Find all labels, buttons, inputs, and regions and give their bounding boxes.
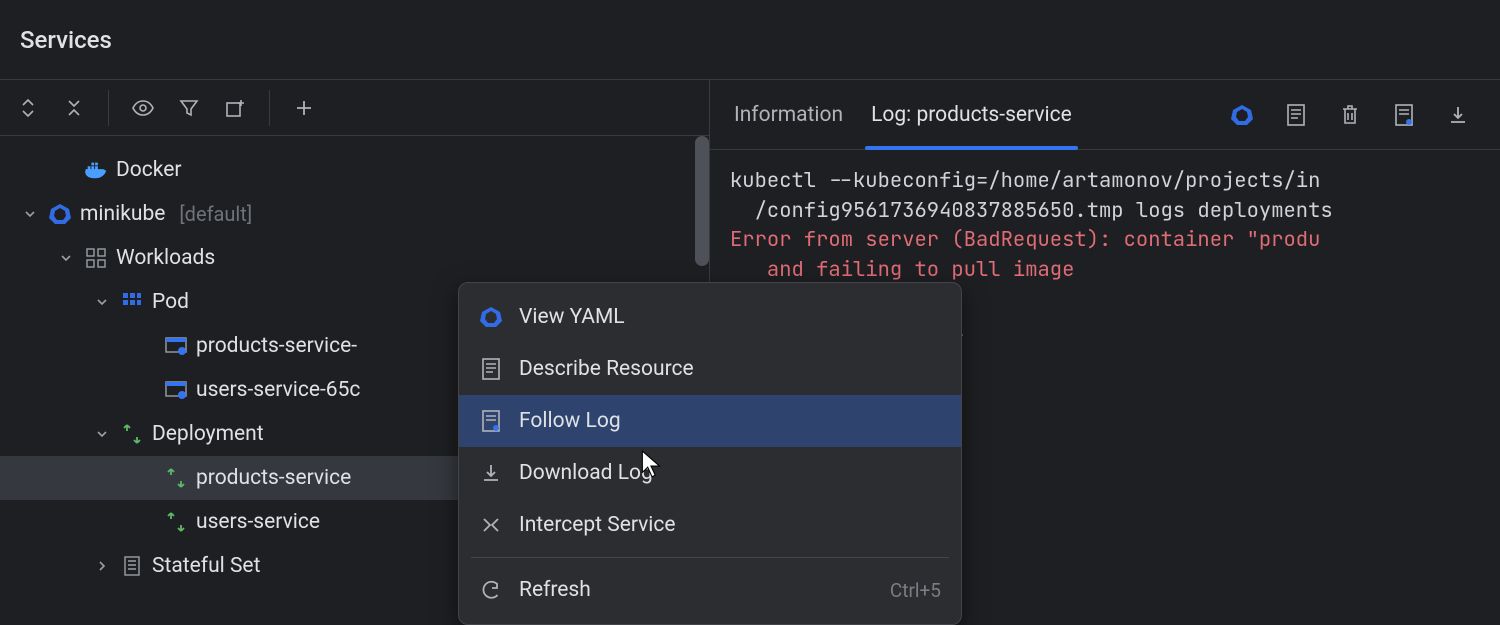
tree-item-label: Workloads	[116, 246, 215, 270]
chevron-right-icon	[92, 556, 112, 576]
document-icon	[479, 357, 503, 381]
menu-item-label: View YAML	[519, 305, 625, 329]
tabs-bar: Information Log: products-service	[710, 80, 1500, 150]
follow-log-icon	[479, 409, 503, 433]
docker-icon	[84, 158, 108, 182]
log-error-line: and failing to pull image	[730, 256, 1074, 283]
menu-intercept-service[interactable]: Intercept Service	[459, 499, 961, 551]
add-button[interactable]	[286, 90, 322, 126]
tree-scrollbar[interactable]	[695, 136, 709, 266]
menu-follow-log[interactable]: Follow Log	[459, 395, 961, 447]
tree-item-minikube[interactable]: minikube [default]	[0, 192, 709, 236]
filter-button[interactable]	[171, 90, 207, 126]
menu-item-label: Follow Log	[519, 409, 621, 433]
tree-item-label: products-service-	[196, 334, 357, 358]
menu-item-label: Describe Resource	[519, 357, 694, 381]
chevron-down-icon	[92, 424, 112, 444]
panel-header: Services	[0, 0, 1500, 80]
tab-log[interactable]: Log: products-service	[871, 80, 1072, 149]
deployment-icon	[120, 422, 144, 446]
tree-item-label: Pod	[152, 290, 189, 314]
tree-item-label: Deployment	[152, 422, 264, 446]
toolbar-separator	[108, 90, 109, 126]
menu-download-log[interactable]: Download Log	[459, 447, 961, 499]
tree-item-docker[interactable]: Docker	[0, 148, 709, 192]
resource-icon	[164, 334, 188, 358]
deployment-icon	[164, 510, 188, 534]
resource-icon	[164, 378, 188, 402]
workloads-icon	[84, 246, 108, 270]
tree-item-label: products-service	[196, 466, 351, 490]
menu-item-label: Intercept Service	[519, 513, 676, 537]
new-window-button[interactable]	[217, 90, 253, 126]
menu-item-label: Download Log	[519, 461, 653, 485]
tree-item-workloads[interactable]: Workloads	[0, 236, 709, 280]
intercept-icon	[479, 513, 503, 537]
menu-separator	[471, 557, 949, 558]
log-error-line: Error from server (BadRequest): containe…	[730, 226, 1320, 253]
collapse-all-button[interactable]	[56, 90, 92, 126]
chevron-down-icon	[92, 292, 112, 312]
panel-title: Services	[20, 26, 112, 54]
tree-item-label: users-service-65c	[196, 378, 360, 402]
pod-icon	[120, 290, 144, 314]
tabs-actions	[1224, 97, 1476, 133]
kubernetes-icon	[479, 305, 503, 329]
log-line: kubectl --kubeconfig=/home/artamonov/pro…	[730, 167, 1320, 194]
kubernetes-icon	[48, 202, 72, 226]
deployment-icon	[164, 466, 188, 490]
delete-button[interactable]	[1332, 97, 1368, 133]
log-line: /config9561736940837885650.tmp logs depl…	[730, 197, 1333, 224]
menu-describe-resource[interactable]: Describe Resource	[459, 343, 961, 395]
chevron-down-icon	[20, 204, 40, 224]
download-icon	[479, 461, 503, 485]
toolbar-separator	[269, 90, 270, 126]
tree-item-label: Stateful Set	[152, 554, 260, 578]
menu-item-label: Refresh	[519, 578, 591, 602]
view-yaml-button[interactable]	[1224, 97, 1260, 133]
tree-item-label: users-service	[196, 510, 320, 534]
tree-item-label: minikube	[80, 202, 165, 226]
tree-item-label: Docker	[116, 158, 181, 182]
show-button[interactable]	[125, 90, 161, 126]
menu-view-yaml[interactable]: View YAML	[459, 291, 961, 343]
tab-information[interactable]: Information	[734, 80, 843, 149]
expand-all-button[interactable]	[10, 90, 46, 126]
chevron-down-icon	[56, 248, 76, 268]
menu-refresh[interactable]: Refresh Ctrl+5	[459, 564, 961, 616]
download-log-button[interactable]	[1440, 97, 1476, 133]
describe-button[interactable]	[1278, 97, 1314, 133]
context-menu: View YAML Describe Resource Follow Log D…	[458, 282, 962, 625]
menu-item-shortcut: Ctrl+5	[890, 579, 941, 602]
refresh-icon	[479, 578, 503, 602]
tree-item-suffix: [default]	[179, 202, 252, 226]
follow-log-button[interactable]	[1386, 97, 1422, 133]
tree-toolbar	[0, 80, 709, 136]
stateful-set-icon	[120, 554, 144, 578]
